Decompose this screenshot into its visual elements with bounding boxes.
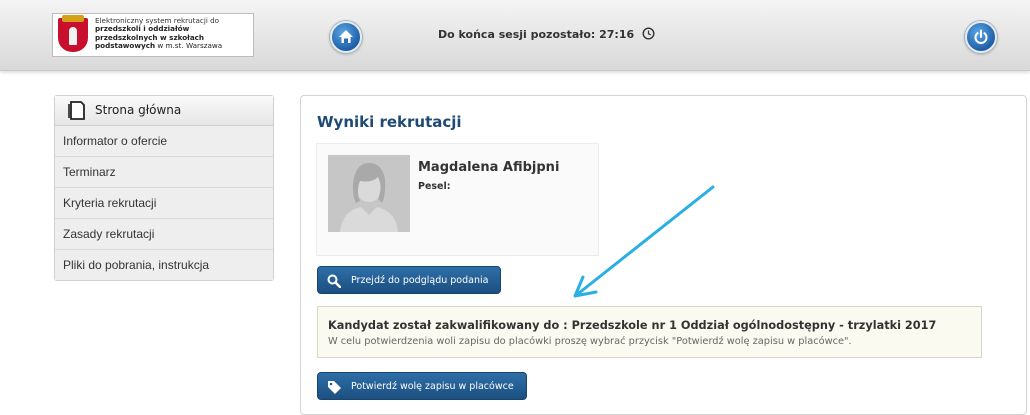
annotation-arrow-icon bbox=[573, 185, 715, 298]
session-label: Do końca sesji pozostało: 27:16 bbox=[438, 28, 635, 41]
result-hint: W celu potwierdzenia woli zapisu do plac… bbox=[328, 336, 852, 347]
sidebar-home-label: Strona główna bbox=[95, 103, 182, 117]
result-text: Kandydat został zakwalifikowany do : Prz… bbox=[328, 319, 937, 332]
sidebar-item-criteria[interactable]: Kryteria rekrutacji bbox=[55, 188, 273, 219]
sidebar-item-home[interactable]: Strona główna bbox=[55, 96, 273, 126]
person-placeholder-icon bbox=[328, 155, 410, 232]
pesel-label: Pesel: bbox=[418, 181, 451, 192]
logo-line-4: podstawowych w m.st. Warszawa bbox=[95, 41, 223, 51]
sidebar-item-schedule[interactable]: Terminarz bbox=[55, 157, 273, 188]
sidebar-menu: Strona główna Informator o ofercie Termi… bbox=[54, 95, 274, 281]
candidate-name: Magdalena Afibjpni bbox=[418, 160, 560, 175]
page-title: Wyniki rekrutacji bbox=[317, 113, 462, 131]
avatar bbox=[328, 155, 410, 232]
top-bar: Elektroniczny system rekrutacji do przed… bbox=[0, 0, 1030, 71]
warsaw-crest-icon bbox=[58, 15, 88, 52]
sidebar-item-rules[interactable]: Zasady rekrutacji bbox=[55, 219, 273, 250]
home-icon bbox=[339, 30, 353, 43]
home-button[interactable] bbox=[330, 21, 362, 53]
logout-button[interactable] bbox=[965, 21, 997, 53]
result-message-box bbox=[317, 306, 982, 358]
document-icon bbox=[68, 101, 85, 120]
clock-icon bbox=[642, 27, 655, 40]
tag-icon bbox=[328, 381, 341, 394]
confirm-button-label: Potwierdź wolę zapisu w placówce bbox=[351, 381, 514, 392]
power-icon bbox=[974, 29, 988, 45]
search-icon bbox=[327, 274, 341, 288]
sidebar-item-downloads[interactable]: Pliki do pobrania, instrukcja bbox=[55, 250, 273, 280]
logo-text: Elektroniczny system rekrutacji do przed… bbox=[95, 16, 253, 51]
preview-application-button[interactable]: Przejdź do podglądu podania bbox=[317, 266, 501, 294]
session-timer: Do końca sesji pozostało: 27:16 bbox=[438, 27, 655, 41]
system-logo[interactable]: Elektroniczny system rekrutacji do przed… bbox=[52, 13, 254, 57]
sidebar-item-offer[interactable]: Informator o ofercie bbox=[55, 126, 273, 157]
confirm-enrollment-button[interactable]: Potwierdź wolę zapisu w placówce bbox=[317, 372, 527, 400]
preview-button-label: Przejdź do podglądu podania bbox=[351, 275, 489, 286]
